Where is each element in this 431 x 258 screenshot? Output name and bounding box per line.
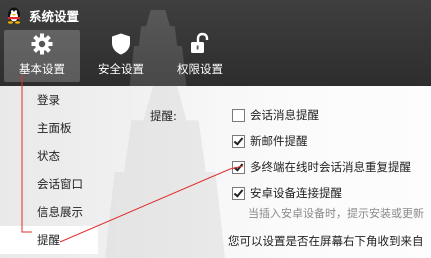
sidebar: 登录 主面板 状态 会话窗口 信息展示 提醒 [0,86,98,258]
new-mail-reminder-checkbox[interactable] [232,134,245,148]
chat-message-reminder-checkbox[interactable] [232,108,245,122]
sidebar-item-label: 登录 [37,93,60,107]
notice-text: 您可以设置是否在屏幕右下角收到来自 [228,234,424,248]
tab-basic-settings[interactable]: 基本设置 [4,30,80,82]
sidebar-item-status[interactable]: 状态 [0,142,98,170]
tab-label: 安全设置 [98,62,144,76]
android-device-reminder-option[interactable]: 安卓设备连接提醒 [232,185,342,201]
new-mail-reminder-option[interactable]: 新邮件提醒 [232,133,308,149]
tab-permission-settings[interactable]: 权限设置 [162,30,238,82]
option-label: 安卓设备连接提醒 [250,186,342,200]
shield-icon [112,33,130,55]
sidebar-item-label: 会话窗口 [37,177,83,191]
header-bar: 系统设置 基本设置 安全设置 权限设置 [0,0,431,86]
option-label: 多终端在线时会话消息重复提醒 [250,160,411,174]
title-bar: 系统设置 [0,0,431,30]
reminder-group-label: 提醒: [150,109,177,123]
sidebar-item-label: 主面板 [37,121,72,135]
option-label: 会话消息提醒 [250,108,319,122]
sidebar-item-chat-window[interactable]: 会话窗口 [0,170,98,198]
tab-security-settings[interactable]: 安全设置 [83,30,159,82]
chat-message-reminder-option[interactable]: 会话消息提醒 [232,107,319,123]
settings-content: 登录 主面板 状态 会话窗口 信息展示 提醒 提醒: 会话消息提醒 新邮件提醒 [0,86,431,258]
tab-label: 权限设置 [177,62,223,76]
gear-icon [31,33,53,55]
sidebar-item-main-panel[interactable]: 主面板 [0,114,98,142]
window-title: 系统设置 [29,8,80,24]
multi-terminal-reminder-checkbox[interactable] [232,160,245,174]
penguin-logo-icon [6,6,22,24]
sidebar-item-label: 信息展示 [37,205,83,219]
sidebar-item-info-display[interactable]: 信息展示 [0,198,98,226]
tab-label: 基本设置 [19,62,65,76]
multi-terminal-reminder-option[interactable]: 多终端在线时会话消息重复提醒 [232,159,411,175]
sidebar-item-label: 状态 [37,149,60,163]
option-label: 新邮件提醒 [250,134,308,148]
android-device-reminder-checkbox[interactable] [232,186,245,200]
sidebar-item-reminder[interactable]: 提醒 [0,226,98,254]
unlock-icon [191,32,209,53]
android-hint-text: 当插入安卓设备时，提示安装或更新 [248,207,424,220]
settings-tabs: 基本设置 安全设置 权限设置 [4,30,241,82]
sidebar-item-login[interactable]: 登录 [0,86,98,114]
sidebar-item-label: 提醒 [37,233,60,247]
